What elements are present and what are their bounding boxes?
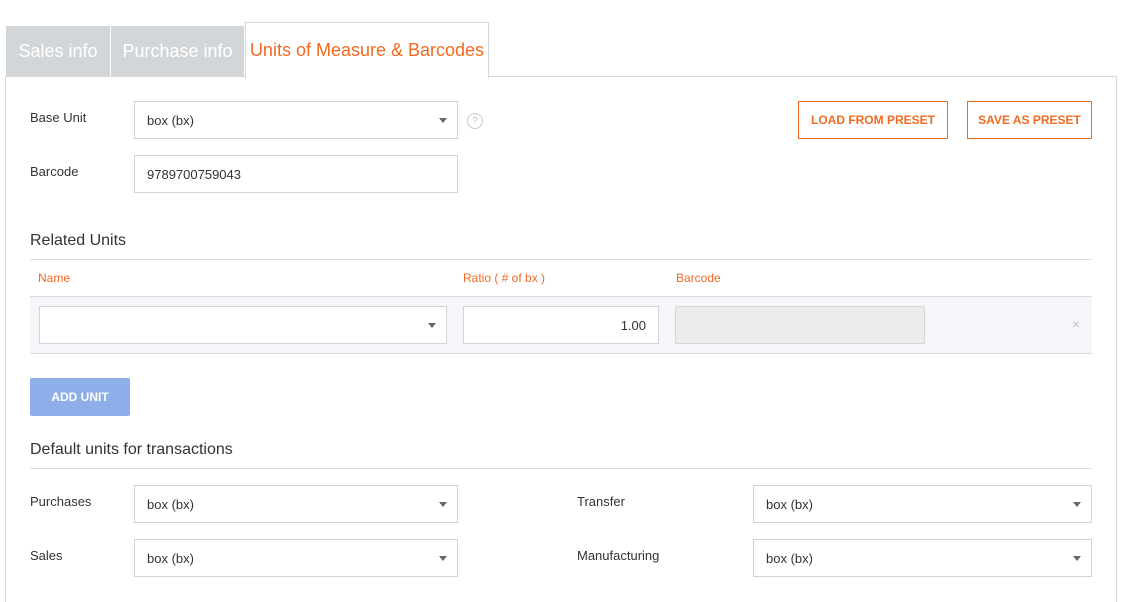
- barcode-value: 9789700759043: [147, 166, 241, 182]
- sales-label: Sales: [30, 548, 63, 563]
- chevron-down-icon: [439, 118, 447, 123]
- ratio-input[interactable]: 1.00: [463, 306, 659, 344]
- manufacturing-unit-value: box (bx): [766, 550, 813, 566]
- default-units-title: Default units for transactions: [30, 441, 233, 458]
- tab-sales-info[interactable]: Sales info: [6, 26, 110, 77]
- related-unit-name-select[interactable]: [39, 306, 447, 344]
- sales-unit-select[interactable]: box (bx): [134, 539, 458, 577]
- transfer-label: Transfer: [577, 494, 625, 509]
- purchases-label: Purchases: [30, 494, 92, 509]
- load-from-preset-button[interactable]: LOAD FROM PRESET: [798, 101, 948, 139]
- column-header-name: Name: [38, 271, 71, 285]
- base-unit-select[interactable]: box (bx): [134, 101, 458, 139]
- close-icon[interactable]: ×: [1072, 316, 1080, 332]
- divider: [30, 259, 1092, 260]
- related-units-title: Related Units: [30, 232, 127, 249]
- manufacturing-label: Manufacturing: [577, 548, 660, 563]
- divider: [30, 468, 1092, 469]
- sales-unit-value: box (bx): [147, 550, 194, 566]
- help-icon[interactable]: ?: [467, 113, 483, 129]
- chevron-down-icon: [439, 556, 447, 561]
- chevron-down-icon: [428, 323, 436, 328]
- ratio-value: 1.00: [620, 317, 646, 333]
- barcode-field[interactable]: 9789700759043: [134, 155, 458, 193]
- chevron-down-icon: [439, 502, 447, 507]
- purchases-unit-select[interactable]: box (bx): [134, 485, 458, 523]
- base-unit-value: box (bx): [147, 112, 194, 128]
- base-unit-label: Base Unit: [30, 110, 87, 125]
- tab-purchase-info[interactable]: Purchase info: [111, 26, 244, 77]
- transfer-unit-select[interactable]: box (bx): [753, 485, 1092, 523]
- transfer-unit-value: box (bx): [766, 496, 813, 512]
- chevron-down-icon: [1073, 556, 1081, 561]
- column-header-barcode: Barcode: [676, 271, 721, 285]
- chevron-down-icon: [1073, 502, 1081, 507]
- tab-units-of-measure[interactable]: Units of Measure & Barcodes: [245, 22, 489, 78]
- add-unit-button[interactable]: ADD UNIT: [30, 378, 130, 416]
- purchases-unit-value: box (bx): [147, 496, 194, 512]
- manufacturing-unit-select[interactable]: box (bx): [753, 539, 1092, 577]
- save-as-preset-button[interactable]: SAVE AS PRESET: [967, 101, 1092, 139]
- barcode-label: Barcode: [30, 164, 79, 179]
- column-header-ratio: Ratio ( # of bx ): [463, 271, 546, 285]
- related-unit-barcode-field: [675, 306, 925, 344]
